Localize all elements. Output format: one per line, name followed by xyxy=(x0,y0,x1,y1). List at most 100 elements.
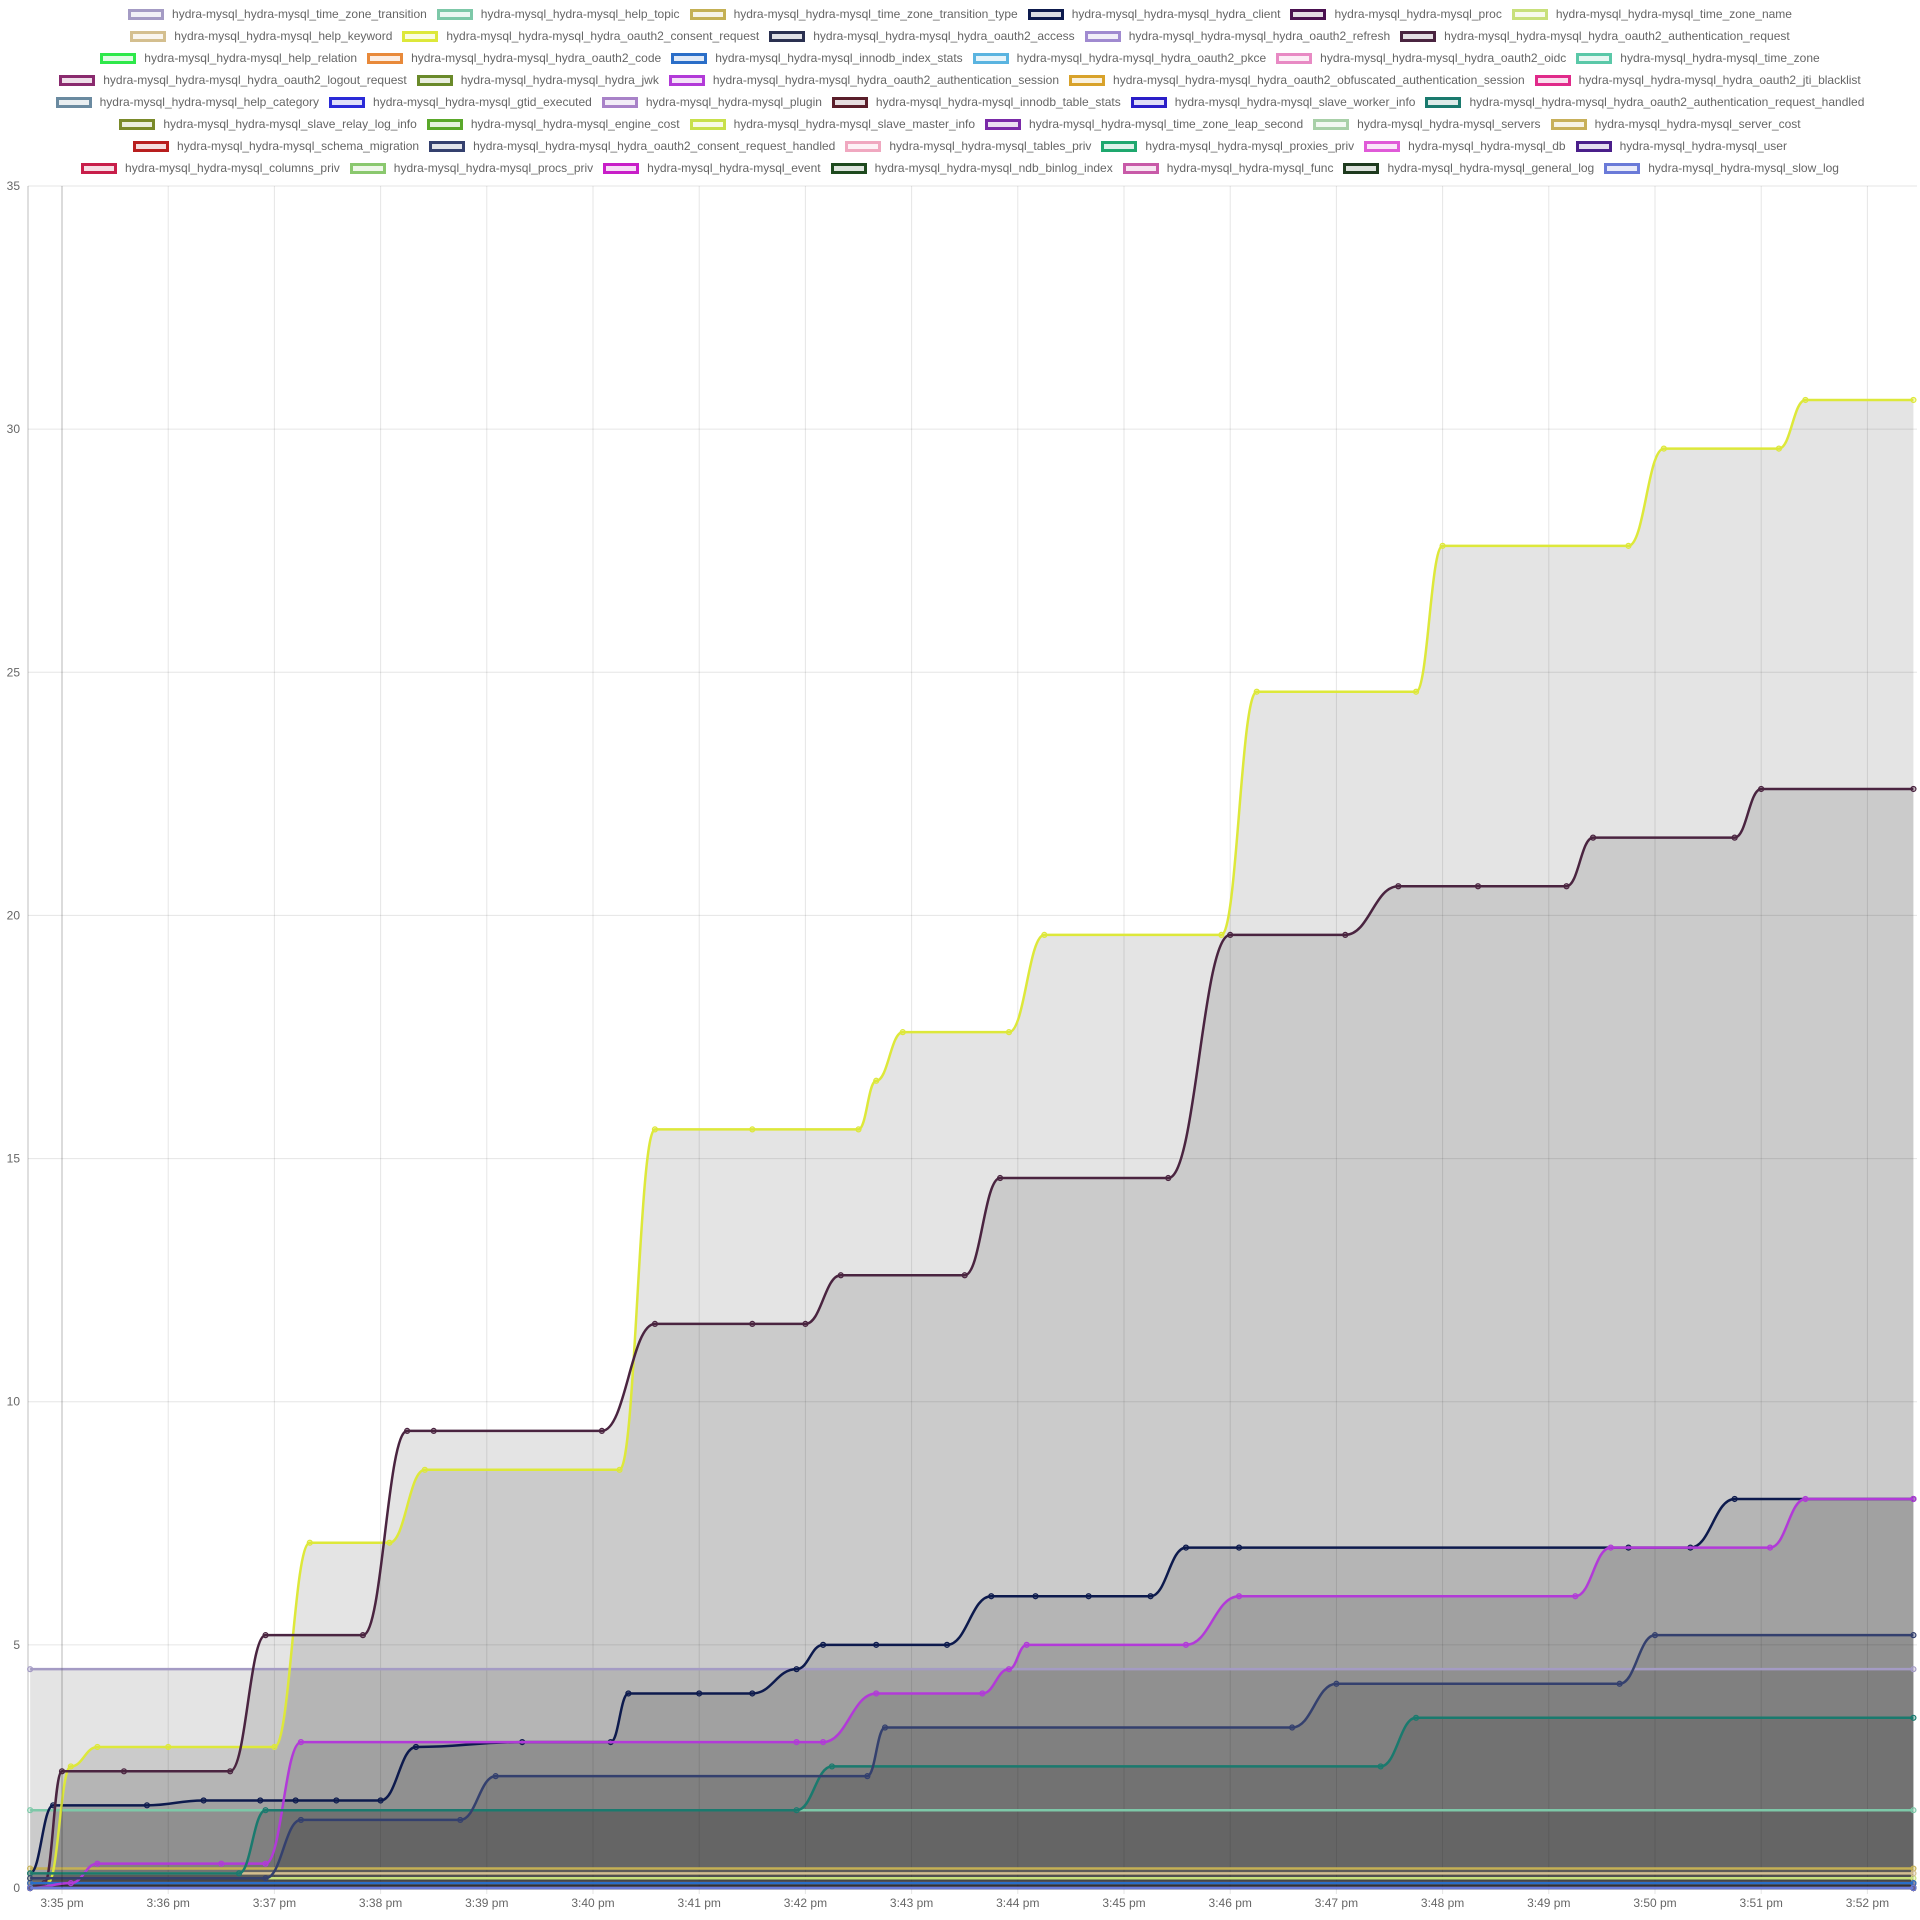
data-point[interactable] xyxy=(412,1743,420,1751)
data-point[interactable] xyxy=(271,1743,278,1751)
data-point[interactable] xyxy=(1802,1495,1809,1503)
data-point[interactable] xyxy=(1342,931,1349,938)
data-point[interactable] xyxy=(1395,883,1402,890)
data-point[interactable] xyxy=(27,1870,34,1877)
data-point[interactable] xyxy=(1766,1544,1774,1551)
data-point[interactable] xyxy=(262,1632,269,1639)
data-point[interactable] xyxy=(1910,1714,1917,1721)
data-point[interactable] xyxy=(1910,1865,1917,1872)
data-point[interactable] xyxy=(749,1690,756,1697)
data-point[interactable] xyxy=(749,1320,756,1328)
data-point[interactable] xyxy=(1910,785,1917,793)
data-point[interactable] xyxy=(1182,1641,1190,1648)
data-point[interactable] xyxy=(1910,1870,1917,1877)
data-point[interactable] xyxy=(1412,688,1420,695)
data-point[interactable] xyxy=(651,1320,659,1328)
data-point[interactable] xyxy=(1731,1495,1738,1503)
data-point[interactable] xyxy=(262,1807,269,1814)
data-point[interactable] xyxy=(27,1807,34,1814)
data-point[interactable] xyxy=(200,1797,207,1804)
data-point[interactable] xyxy=(881,1724,889,1731)
data-point[interactable] xyxy=(165,1743,172,1751)
data-point[interactable] xyxy=(235,1870,243,1877)
data-point[interactable] xyxy=(262,1860,269,1867)
data-point[interactable] xyxy=(1616,1680,1623,1687)
data-point[interactable] xyxy=(1802,396,1809,404)
data-point[interactable] xyxy=(27,1875,34,1882)
data-point[interactable] xyxy=(27,1880,34,1887)
data-point[interactable] xyxy=(855,1126,862,1133)
data-point[interactable] xyxy=(143,1802,151,1809)
data-point[interactable] xyxy=(598,1427,605,1434)
data-point[interactable] xyxy=(1910,396,1917,404)
data-point[interactable] xyxy=(873,1690,880,1697)
data-point[interactable] xyxy=(1910,1875,1917,1882)
data-point[interactable] xyxy=(793,1807,800,1814)
data-point[interactable] xyxy=(996,1174,1004,1182)
data-point[interactable] xyxy=(1910,1807,1917,1814)
data-point[interactable] xyxy=(1023,1641,1030,1648)
data-point[interactable] xyxy=(616,1466,623,1473)
data-point[interactable] xyxy=(1910,1880,1917,1887)
data-point[interactable] xyxy=(988,1593,995,1600)
data-point[interactable] xyxy=(292,1797,299,1804)
data-point[interactable] xyxy=(94,1860,101,1867)
data-point[interactable] xyxy=(377,1797,384,1804)
data-point[interactable] xyxy=(1625,542,1632,549)
data-point[interactable] xyxy=(218,1860,225,1867)
data-point[interactable] xyxy=(696,1690,703,1697)
data-point[interactable] xyxy=(1005,1666,1013,1673)
data-point[interactable] xyxy=(1235,1544,1243,1551)
data-point[interactable] xyxy=(1775,445,1783,452)
data-point[interactable] xyxy=(793,1739,800,1746)
data-point[interactable] xyxy=(793,1666,800,1673)
data-point[interactable] xyxy=(864,1773,871,1780)
data-point[interactable] xyxy=(802,1320,809,1328)
data-point[interactable] xyxy=(1731,834,1738,841)
data-point[interactable] xyxy=(297,1739,305,1746)
data-point[interactable] xyxy=(227,1768,234,1775)
data-point[interactable] xyxy=(828,1763,836,1770)
data-point[interactable] xyxy=(1589,834,1597,841)
data-point[interactable] xyxy=(899,1029,906,1036)
data-point[interactable] xyxy=(1289,1724,1296,1731)
data-point[interactable] xyxy=(430,1427,437,1434)
data-point[interactable] xyxy=(421,1466,428,1473)
data-point[interactable] xyxy=(1032,1593,1039,1600)
data-point[interactable] xyxy=(27,1884,34,1892)
data-point[interactable] xyxy=(1147,1593,1154,1600)
data-point[interactable] xyxy=(306,1539,313,1546)
data-point[interactable] xyxy=(257,1797,264,1804)
data-point[interactable] xyxy=(1333,1680,1340,1687)
data-point[interactable] xyxy=(1651,1632,1659,1639)
data-point[interactable] xyxy=(943,1641,951,1648)
data-point[interactable] xyxy=(27,1865,34,1872)
data-point[interactable] xyxy=(873,1641,880,1648)
data-point[interactable] xyxy=(1758,785,1765,793)
data-point[interactable] xyxy=(333,1797,340,1804)
data-point[interactable] xyxy=(1563,883,1570,890)
data-point[interactable] xyxy=(625,1690,632,1697)
data-point[interactable] xyxy=(1253,688,1260,695)
data-point[interactable] xyxy=(1005,1029,1013,1036)
data-point[interactable] xyxy=(961,1272,968,1279)
data-point[interactable] xyxy=(1227,931,1234,938)
data-point[interactable] xyxy=(1572,1593,1579,1600)
data-point[interactable] xyxy=(359,1632,366,1639)
data-point[interactable] xyxy=(1439,542,1446,549)
data-point[interactable] xyxy=(404,1427,411,1434)
data-point[interactable] xyxy=(1910,1884,1917,1892)
data-point[interactable] xyxy=(386,1539,393,1546)
data-point[interactable] xyxy=(873,1077,880,1084)
data-point[interactable] xyxy=(67,1763,74,1770)
data-point[interactable] xyxy=(457,1816,464,1824)
data-point[interactable] xyxy=(1910,1666,1917,1673)
data-point[interactable] xyxy=(1218,931,1225,938)
data-point[interactable] xyxy=(749,1126,756,1133)
data-point[interactable] xyxy=(819,1739,827,1746)
data-point[interactable] xyxy=(1910,1632,1917,1639)
data-point[interactable] xyxy=(1607,1544,1614,1551)
data-point[interactable] xyxy=(1085,1593,1092,1600)
data-point[interactable] xyxy=(1165,1174,1172,1182)
data-point[interactable] xyxy=(67,1880,74,1887)
